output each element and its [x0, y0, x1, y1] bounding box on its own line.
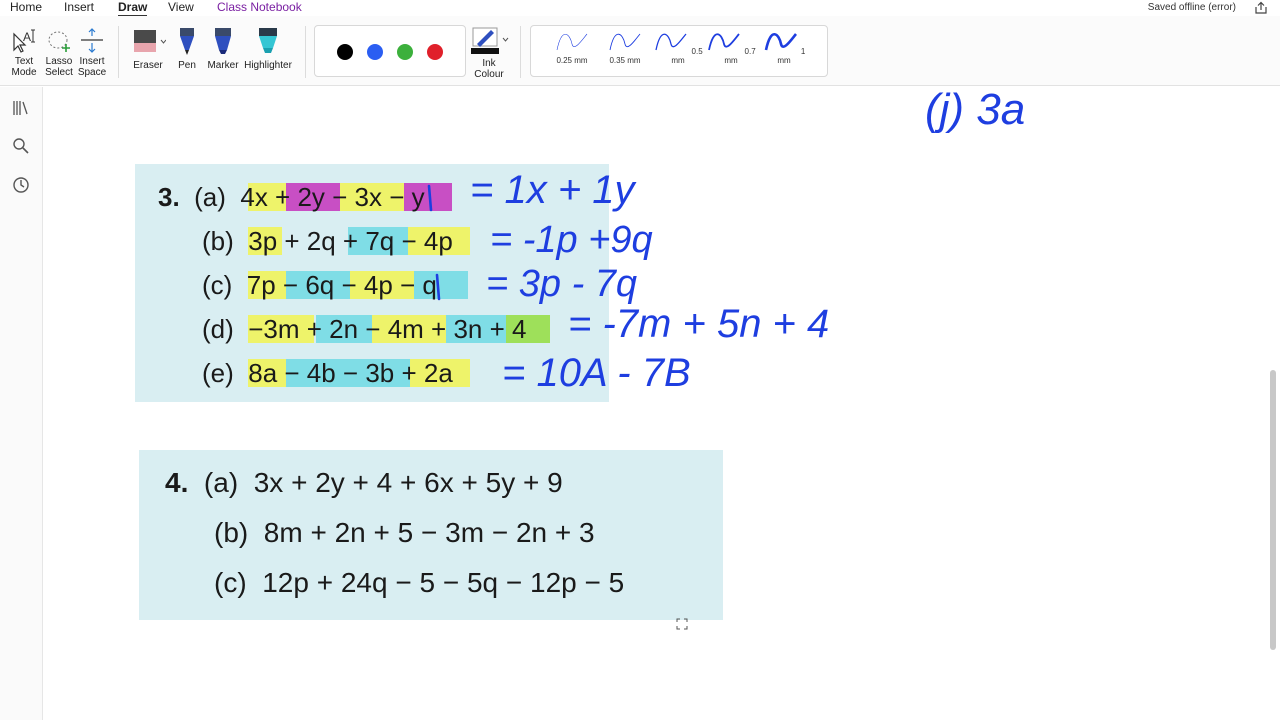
expression: 8a − 4b − 3b + 2a [248, 358, 453, 388]
pen-label: Pen [178, 60, 196, 71]
part-label: (e) [202, 358, 234, 388]
draw-ribbon: A Text Mode Lasso Select Insert Space Er… [0, 16, 1280, 86]
problem-4-row-b: (b) 8m + 2n + 5 − 3m − 2n + 3 [214, 517, 595, 549]
thickness-option[interactable]: 0.25 mm [547, 30, 597, 65]
thickness-palette: 0.25 mm 0.35 mm 0.5 mm 0.7 mm 1 mm [530, 25, 828, 77]
tab-insert[interactable]: Insert [64, 0, 94, 14]
problem-3-row-e: (e) 8a − 4b − 3b + 2a [202, 358, 453, 389]
svg-text:A: A [23, 30, 31, 44]
problem-number: 3. [158, 182, 180, 212]
lasso-label: Lasso Select [45, 56, 73, 78]
problem-3-row-c: (c) 7p − 6q − 4p − q [202, 270, 437, 301]
sync-status[interactable]: Saved offline (error) [1148, 2, 1236, 13]
part-label: (d) [202, 314, 234, 344]
eraser-button[interactable]: Eraser [128, 28, 168, 71]
color-swatch-blue[interactable] [367, 44, 383, 60]
lasso-select-button[interactable]: Lasso Select [42, 28, 76, 78]
highlighter-button[interactable]: Highlighter [242, 28, 294, 71]
share-icon[interactable] [1254, 1, 1268, 15]
lasso-icon [48, 31, 70, 52]
stroke-sample-icon [708, 33, 741, 51]
color-swatch-red[interactable] [427, 44, 443, 60]
part-label: (b) [214, 517, 249, 548]
ink-colour-label: Ink Colour [474, 58, 504, 80]
text-mode-label: Text Mode [11, 56, 37, 78]
ink-colour-icon [471, 27, 509, 54]
expression: 3p + 2q + 7q − 4p [248, 226, 453, 256]
part-label: (b) [202, 226, 234, 256]
insert-space-icon [81, 28, 103, 53]
insert-space-label: Insert Space [77, 56, 107, 78]
problem-4-row-a: 4. (a) 3x + 2y + 4 + 6x + 5y + 9 [165, 467, 563, 499]
pen-icon [180, 28, 194, 55]
part-label: (a) [194, 182, 226, 212]
menu-bar: Home Insert Draw View Class Notebook Sav… [0, 0, 1280, 17]
ribbon-separator [118, 26, 119, 78]
pen-button[interactable]: Pen [172, 28, 202, 71]
part-label: (a) [203, 467, 239, 498]
left-sidebar [0, 87, 43, 720]
thickness-option[interactable]: 1 mm [759, 30, 809, 65]
stroke-sample-icon [556, 33, 588, 51]
highlighter-icon [259, 28, 277, 53]
ink-colour-button[interactable]: Ink Colour [468, 26, 510, 80]
tab-draw[interactable]: Draw [118, 0, 148, 17]
highlighter-label: Highlighter [244, 60, 292, 71]
tab-class-notebook[interactable]: Class Notebook [217, 0, 302, 14]
color-swatch-green[interactable] [397, 44, 413, 60]
expression: 8m + 2n + 5 − 3m − 2n + 3 [263, 517, 595, 548]
marker-button[interactable]: Marker [204, 28, 242, 71]
expression: 7p − 6q − 4p − q [246, 270, 437, 300]
marker-icon [215, 28, 231, 54]
insert-space-button[interactable]: Insert Space [76, 28, 108, 78]
expression: −3m + 2n − 4m + 3n + 4 [248, 314, 527, 344]
problem-3-row-a: 3. (a) 4x + 2y − 3x − y [158, 182, 425, 213]
color-swatch-black[interactable] [337, 44, 353, 60]
expression: 12p + 24q − 5 − 5q − 12p − 5 [262, 567, 625, 598]
search-icon[interactable] [12, 137, 30, 155]
eraser-label: Eraser [133, 60, 163, 71]
problem-3-row-d: (d) −3m + 2n − 4m + 3n + 4 [202, 314, 526, 345]
ribbon-separator [305, 26, 306, 78]
ribbon-separator [520, 26, 521, 78]
stroke-sample-icon [609, 33, 641, 51]
problem-3-row-b: (b) 3p + 2q + 7q − 4p [202, 226, 453, 257]
thickness-option[interactable]: 0.7 mm [706, 30, 756, 65]
part-label: (c) [202, 270, 233, 300]
text-cursor-icon: A [13, 29, 35, 53]
problem-number: 4. [165, 467, 189, 498]
tab-home[interactable]: Home [10, 0, 42, 14]
notebooks-icon[interactable] [12, 99, 30, 117]
recent-clock-icon[interactable] [12, 176, 30, 194]
vertical-scrollbar[interactable] [1270, 370, 1276, 650]
expression: 3x + 2y + 4 + 6x + 5y + 9 [253, 467, 563, 498]
expression: 4x + 2y − 3x − y [240, 182, 425, 212]
resize-handle-icon[interactable] [676, 618, 688, 630]
tab-view[interactable]: View [168, 0, 194, 14]
part-label: (c) [214, 567, 247, 598]
eraser-icon [134, 30, 166, 52]
stroke-sample-icon [764, 32, 797, 51]
text-mode-button[interactable]: A Text Mode [8, 28, 40, 78]
color-palette [314, 25, 466, 77]
thickness-option[interactable]: 0.5 mm [653, 30, 703, 65]
problem-4-row-c: (c) 12p + 24q − 5 − 5q − 12p − 5 [214, 567, 624, 599]
stroke-sample-icon [655, 33, 687, 51]
thickness-option[interactable]: 0.35 mm [600, 30, 650, 65]
marker-label: Marker [207, 60, 239, 71]
